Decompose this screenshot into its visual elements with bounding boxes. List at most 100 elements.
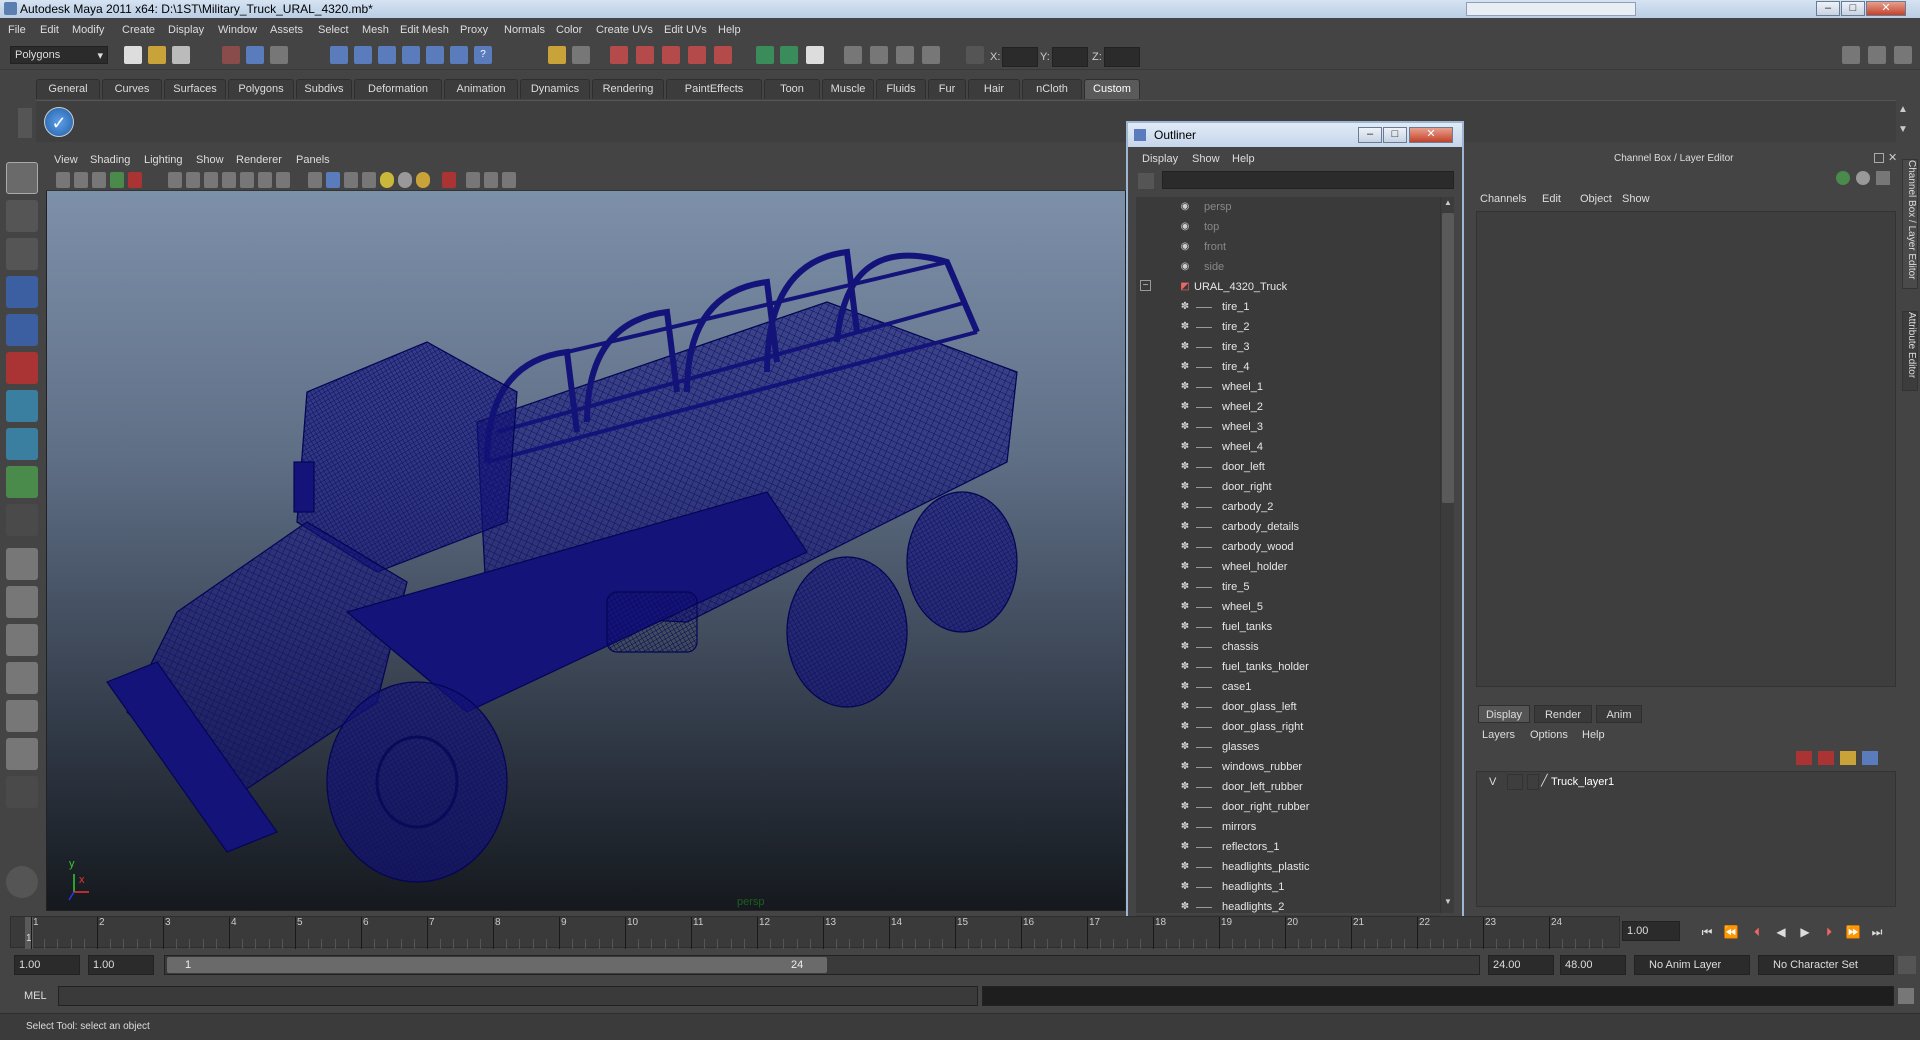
outliner-item-chassis[interactable]: ✽ chassis (1136, 637, 1440, 657)
menu-select[interactable]: Select (318, 24, 349, 36)
outliner-item-wheel-3[interactable]: ✽ wheel_3 (1136, 417, 1440, 437)
soft-mod-tool-icon[interactable] (6, 428, 38, 460)
gate-mask-icon[interactable] (222, 172, 236, 188)
outliner-item-headlights-1[interactable]: ✽ headlights_1 (1136, 877, 1440, 897)
lasso-tool-icon[interactable] (6, 200, 38, 232)
new-layer-selected-icon[interactable] (1818, 751, 1834, 765)
menu-create[interactable]: Create (122, 24, 155, 36)
shelf-tab-curves[interactable]: Curves (102, 79, 162, 99)
layer-visibility-toggle[interactable]: V (1489, 776, 1496, 788)
field-chart-icon[interactable] (240, 172, 254, 188)
new-scene-icon[interactable] (124, 46, 142, 64)
xray-icon[interactable] (466, 172, 480, 188)
shelf-scroll-down-icon[interactable]: ▼ (1898, 124, 1912, 138)
outliner-menu-show[interactable]: Show (1192, 153, 1220, 165)
outliner-item-persp[interactable]: ◉ persp (1136, 197, 1440, 217)
side-tab-channel-box[interactable]: Channel Box / Layer Editor (1902, 159, 1918, 289)
outliner-menu-display[interactable]: Display (1142, 153, 1178, 165)
layer-menu-help[interactable]: Help (1582, 729, 1605, 741)
outliner-item-case1[interactable]: ✽ case1 (1136, 677, 1440, 697)
snap-grid-icon[interactable] (330, 46, 348, 64)
isolate-select-icon[interactable] (442, 172, 456, 188)
last-tool-icon[interactable] (6, 504, 38, 536)
menu-modify[interactable]: Modify (72, 24, 104, 36)
hypershade-icon[interactable] (688, 46, 706, 64)
auto-key-icon[interactable] (1898, 956, 1916, 974)
outliner-item-glasses[interactable]: ✽ glasses (1136, 737, 1440, 757)
layer-menu-options[interactable]: Options (1530, 729, 1568, 741)
new-layer-icon[interactable] (1796, 751, 1812, 765)
camera-attributes-icon[interactable] (74, 172, 88, 188)
graph-persp-layout-icon[interactable] (6, 662, 38, 694)
select-by-name-icon[interactable] (806, 46, 824, 64)
step-forward-key-icon[interactable]: ⏵ (1820, 925, 1838, 941)
toggle-panel-2-icon[interactable] (896, 46, 914, 64)
select-component-icon[interactable] (270, 46, 288, 64)
render-settings-icon[interactable] (662, 46, 680, 64)
shelf-tab-custom[interactable]: Custom (1084, 79, 1140, 99)
coord-z-field[interactable] (1104, 47, 1140, 67)
playback-start-field[interactable]: 1.00 (88, 955, 154, 975)
go-to-start-icon[interactable]: ⏮ (1698, 925, 1716, 941)
float-panel-icon[interactable] (1874, 153, 1884, 163)
grid-icon[interactable] (168, 172, 182, 188)
manipulator-tool-icon[interactable] (6, 390, 38, 422)
layer-name[interactable]: Truck_layer1 (1551, 776, 1614, 788)
render-view-icon[interactable] (714, 46, 732, 64)
outliner-item-wheel-2[interactable]: ✽ wheel_2 (1136, 397, 1440, 417)
menu-normals[interactable]: Normals (504, 24, 545, 36)
move-layer-down-icon[interactable] (1862, 751, 1878, 765)
collapse-minus-icon[interactable]: − (1140, 280, 1151, 291)
bookmarks-icon[interactable] (92, 172, 106, 188)
outliner-item-side[interactable]: ◉ side (1136, 257, 1440, 277)
side-tab-attribute-editor[interactable]: Attribute Editor (1902, 311, 1918, 391)
rename-icon[interactable] (780, 46, 798, 64)
outliner-item-wheel-5[interactable]: ✽ wheel_5 (1136, 597, 1440, 617)
scale-tool-icon[interactable] (6, 352, 38, 384)
close-button[interactable]: ✕ (1866, 1, 1906, 16)
shelf-tab-general[interactable]: General (36, 79, 100, 99)
layer-tab-anim[interactable]: Anim (1596, 705, 1642, 723)
select-object-icon[interactable] (246, 46, 264, 64)
coord-y-field[interactable] (1052, 47, 1088, 67)
play-backwards-icon[interactable]: ◀ (1772, 925, 1790, 941)
range-slider[interactable]: 1 24 (164, 955, 1480, 975)
menu-edit-uvs[interactable]: Edit UVs (664, 24, 707, 36)
character-set-dropdown[interactable]: No Character Set (1758, 955, 1894, 975)
outliner-item-door-left[interactable]: ✽ door_left (1136, 457, 1440, 477)
outliner-vertical-scrollbar[interactable]: ▲ ▼ (1440, 197, 1454, 913)
outliner-item-tire-3[interactable]: ✽ tire_3 (1136, 337, 1440, 357)
menu-window[interactable]: Window (218, 24, 257, 36)
layer-menu-layers[interactable]: Layers (1482, 729, 1515, 741)
outliner-item-door-right-rubber[interactable]: ✽ door_right_rubber (1136, 797, 1440, 817)
shelf-tab-subdivs[interactable]: Subdivs (296, 79, 352, 99)
minimize-button[interactable]: – (1816, 1, 1840, 16)
menu-mesh[interactable]: Mesh (362, 24, 389, 36)
outliner-item-carbody-2[interactable]: ✽ carbody_2 (1136, 497, 1440, 517)
channel-box-menu-show[interactable]: Show (1622, 193, 1650, 205)
outliner-item-tire-5[interactable]: ✽ tire_5 (1136, 577, 1440, 597)
selection-mask-icon[interactable] (572, 46, 590, 64)
menu-color[interactable]: Color (556, 24, 582, 36)
outliner-minimize-button[interactable]: – (1358, 127, 1382, 143)
channel-key-icon[interactable] (1836, 171, 1850, 185)
move-tool-icon[interactable] (6, 276, 38, 308)
shelf-scroll-up-icon[interactable]: ▲ (1898, 104, 1912, 118)
show-hide-modeling-toolkit-icon[interactable] (844, 46, 862, 64)
shelf-tab-ncloth[interactable]: nCloth (1022, 79, 1082, 99)
select-tool-icon[interactable] (6, 162, 38, 194)
outliner-item-tire-2[interactable]: ✽ tire_2 (1136, 317, 1440, 337)
outliner-item-root[interactable]: − ◩ URAL_4320_Truck (1136, 277, 1440, 297)
menu-help[interactable]: Help (718, 24, 741, 36)
viewport-menu-panels[interactable]: Panels (296, 154, 330, 166)
step-back-frame-icon[interactable]: ⏪ (1722, 925, 1740, 941)
current-time-field[interactable]: 1.00 (1622, 921, 1680, 941)
outliner-scroll-thumb[interactable] (1442, 213, 1454, 503)
shelf-tab-painteffects[interactable]: PaintEffects (666, 79, 762, 99)
wireframe-on-shaded-icon[interactable] (344, 172, 358, 188)
outliner-item-carbody-wood[interactable]: ✽ carbody_wood (1136, 537, 1440, 557)
open-scene-icon[interactable] (148, 46, 166, 64)
layer-row[interactable]: V ╱ Truck_layer1 (1477, 772, 1895, 792)
outliner-item-door-glass-left[interactable]: ✽ door_glass_left (1136, 697, 1440, 717)
step-back-key-icon[interactable]: ⏴ (1748, 925, 1766, 941)
